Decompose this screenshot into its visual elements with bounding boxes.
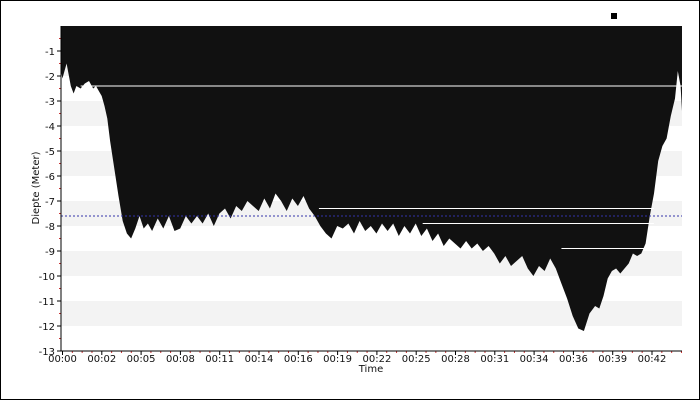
y-tick-label: -10 — [39, 272, 55, 283]
y-axis-title: Diepte (Meter) — [31, 151, 42, 224]
y-tick-label: -5 — [45, 147, 55, 158]
y-tick-label: -4 — [45, 122, 55, 133]
x-axis-title: Time — [358, 364, 383, 375]
x-tick-label: 00:36 — [559, 354, 588, 365]
plot-area — [61, 26, 682, 331]
x-tick-label: 00:42 — [638, 354, 667, 365]
x-tick-label: 00:28 — [441, 354, 470, 365]
x-tick-label: 00:16 — [284, 354, 313, 365]
y-tick-label: -12 — [39, 322, 55, 333]
depth-profile-chart: -1-2-3-4-5-6-7-8-9-10-11-12-13 00:00 00:0… — [31, 13, 682, 375]
y-tick-label: -11 — [39, 297, 55, 308]
y-tick-label: -9 — [45, 247, 55, 258]
y-tick-label: -7 — [45, 197, 55, 208]
x-tick-label: 00:11 — [205, 354, 234, 365]
x-tick-label: 00:05 — [127, 354, 156, 365]
y-tick-label: -8 — [45, 222, 55, 233]
chart-frame: -1 -2 -3 -4 -5 -6 -7 -8 -9 -10 -11 -12 -13 00:00 00:0… — [0, 0, 700, 400]
y-tick-label: -6 — [45, 172, 55, 183]
y-tick-label: -2 — [45, 72, 55, 83]
x-tick-label: 00:02 — [87, 354, 116, 365]
x-tick-label: 00:25 — [402, 354, 431, 365]
x-tick-label: 00:08 — [166, 354, 195, 365]
x-tick-label: 00:00 — [48, 354, 77, 365]
y-tick-label: -1 — [45, 47, 55, 58]
x-tick-label: 00:19 — [323, 354, 352, 365]
x-tick-label: 00:31 — [480, 354, 509, 365]
depth-area-series — [61, 26, 682, 331]
legend-marker — [611, 13, 617, 19]
y-axis-ticks: -1-2-3-4-5-6-7-8-9-10-11-12-13 — [39, 38, 61, 358]
y-tick-label: -3 — [45, 97, 55, 108]
x-tick-label: 00:39 — [598, 354, 627, 365]
x-tick-label: 00:14 — [245, 354, 274, 365]
x-tick-label: 00:34 — [520, 354, 549, 365]
x-axis-ticks: 00:00 00:02 00:05 00:08 00:11 00:14 00:16 00:19… — [48, 351, 682, 365]
